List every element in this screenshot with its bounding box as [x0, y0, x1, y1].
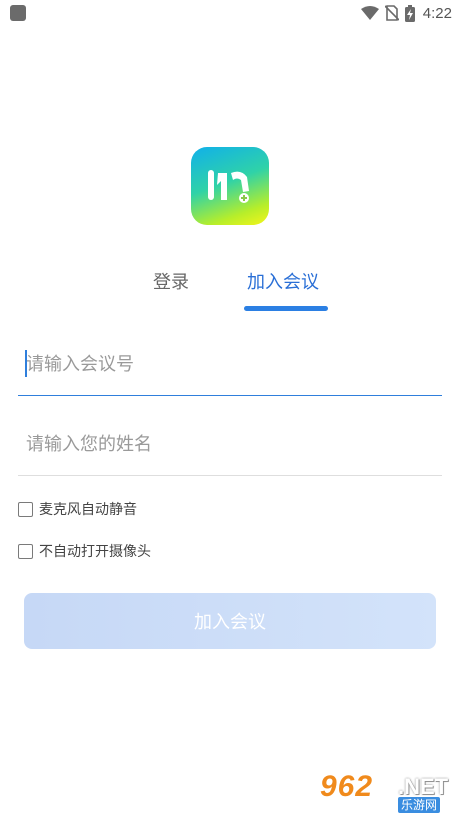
tab-join-meeting[interactable]: 加入会议	[247, 268, 319, 298]
site-watermark: 962 .NET 乐游网	[318, 770, 456, 815]
meeting-id-input[interactable]	[26, 346, 426, 382]
app-notification-icon	[10, 5, 26, 21]
camera-off-label: 不自动打开摄像头	[39, 544, 151, 560]
join-meeting-button[interactable]: 加入会议	[24, 593, 436, 649]
status-icons: 4:22	[360, 4, 452, 22]
wifi-icon	[360, 6, 379, 20]
meeting-id-field	[18, 334, 442, 396]
camera-off-checkbox[interactable]	[18, 543, 33, 559]
name-input[interactable]	[26, 426, 426, 462]
text-cursor	[25, 350, 27, 377]
watermark-site-name: 乐游网	[398, 797, 441, 813]
tab-login[interactable]: 登录	[153, 268, 189, 298]
status-bar: 4:22	[0, 0, 460, 26]
tab-bar: 登录 加入会议	[0, 268, 460, 314]
meeting-app-logo-icon	[191, 147, 269, 225]
mute-mic-checkbox[interactable]	[18, 501, 33, 517]
watermark-number: 962	[320, 770, 374, 803]
status-time: 4:22	[422, 4, 452, 22]
camera-off-option[interactable]: 不自动打开摄像头	[18, 540, 151, 562]
name-field	[18, 414, 442, 476]
mute-mic-option[interactable]: 麦克风自动静音	[18, 498, 137, 520]
active-tab-indicator	[244, 306, 328, 311]
battery-charging-icon	[404, 4, 415, 22]
no-sim-icon	[384, 5, 399, 21]
mute-mic-label: 麦克风自动静音	[39, 502, 137, 518]
